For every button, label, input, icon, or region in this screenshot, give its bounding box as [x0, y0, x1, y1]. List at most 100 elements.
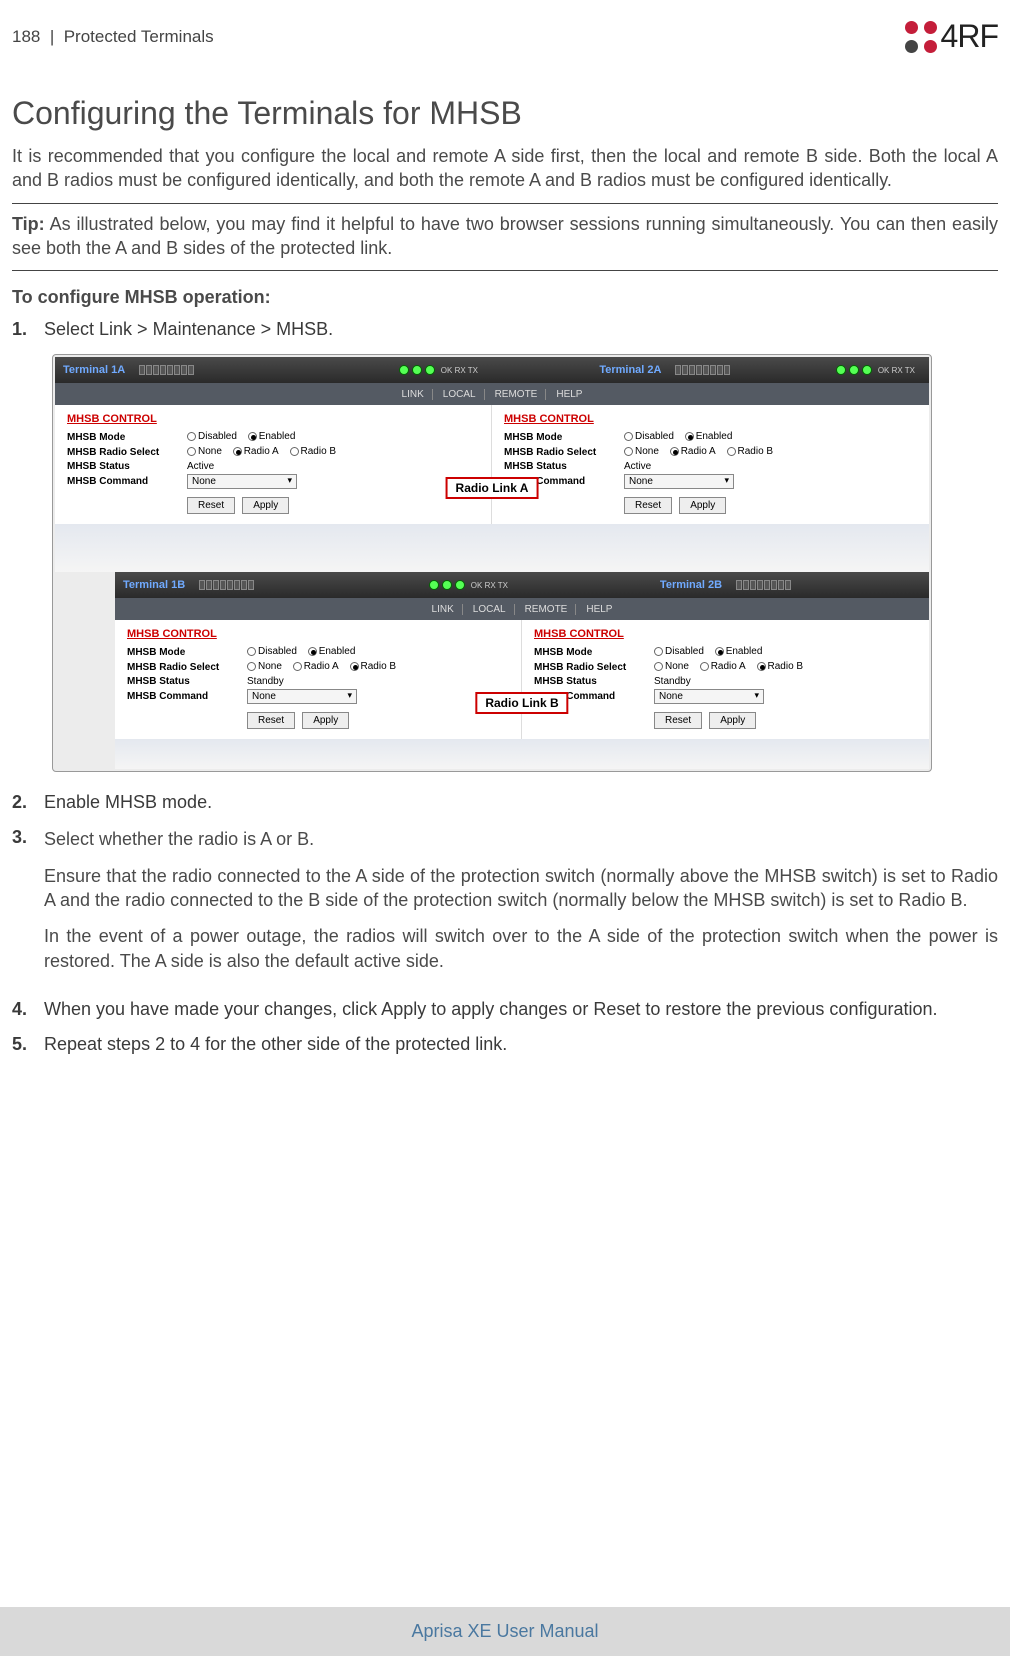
apply-button[interactable]: Apply [302, 712, 349, 729]
terminal-bar-1a: Terminal 1A OK RX TX [55, 357, 492, 383]
rs-none-radio[interactable]: None [624, 446, 659, 457]
command-select[interactable]: None [654, 689, 764, 704]
mode-disabled-radio[interactable]: Disabled [247, 646, 297, 657]
step-body: Enable MHSB mode. [44, 792, 998, 813]
panel-2b: MHSB CONTROL MHSB Mode Disabled Enabled … [522, 620, 929, 739]
leds-icon [399, 365, 435, 375]
step-1: 1. Select Link > Maintenance > MHSB. [12, 319, 998, 340]
step-3-p3: In the event of a power outage, the radi… [44, 924, 998, 973]
panel-2a: MHSB CONTROL MHSB Mode Disabled Enabled … [492, 405, 929, 524]
tip: Tip: As illustrated below, you may find … [12, 212, 998, 261]
rs-radio-b[interactable]: Radio B [290, 446, 337, 457]
reset-button[interactable]: Reset [624, 497, 672, 514]
tip-text: As illustrated below, you may find it he… [12, 214, 998, 258]
logo-text: 4RF [941, 18, 998, 55]
logo-dots-icon [905, 21, 937, 53]
mode-disabled-radio[interactable]: Disabled [624, 431, 674, 442]
reset-button[interactable]: Reset [187, 497, 235, 514]
status-value: Standby [654, 676, 919, 687]
panels-row-b: MHSB CONTROL MHSB Mode Disabled Enabled … [115, 620, 929, 739]
terminal-name: Terminal 1A [63, 364, 125, 376]
tab-help[interactable]: HELP [548, 389, 590, 400]
step-num: 1. [12, 319, 44, 340]
panel-heading: MHSB CONTROL [127, 628, 511, 640]
mode-label: MHSB Mode [67, 432, 187, 443]
rs-none-radio[interactable]: None [187, 446, 222, 457]
mode-enabled-radio[interactable]: Enabled [715, 646, 763, 657]
rs-radio-b[interactable]: Radio B [727, 446, 774, 457]
rs-none-radio[interactable]: None [247, 661, 282, 672]
screenshot-row-a: Terminal 1A OK RX TX Terminal 2A OK RX T… [55, 357, 929, 572]
rs-none-radio[interactable]: None [654, 661, 689, 672]
panel-heading: MHSB CONTROL [534, 628, 919, 640]
status-label: MHSB Status [67, 461, 187, 472]
page-title: Configuring the Terminals for MHSB [12, 95, 998, 132]
divider [12, 203, 998, 204]
mode-enabled-radio[interactable]: Enabled [308, 646, 356, 657]
reset-button[interactable]: Reset [654, 712, 702, 729]
command-select[interactable]: None [187, 474, 297, 489]
nav-tabs[interactable]: LINK LOCAL REMOTE HELP [55, 383, 929, 405]
ports-icon [675, 365, 730, 375]
panel-heading: MHSB CONTROL [504, 413, 919, 425]
panel-1b: MHSB CONTROL MHSB Mode Disabled Enabled … [115, 620, 522, 739]
rs-radio-a[interactable]: Radio A [293, 661, 339, 672]
apply-button[interactable]: Apply [242, 497, 289, 514]
rs-radio-a[interactable]: Radio A [670, 446, 716, 457]
tab-link[interactable]: LINK [394, 389, 433, 400]
radio-link-a-label: Radio Link A [446, 477, 539, 499]
leds-icon [429, 580, 465, 590]
tab-link[interactable]: LINK [424, 604, 463, 615]
step-num: 2. [12, 792, 44, 813]
rs-radio-b[interactable]: Radio B [350, 661, 397, 672]
apply-button[interactable]: Apply [679, 497, 726, 514]
panels-row-a: MHSB CONTROL MHSB Mode Disabled Enabled … [55, 405, 929, 524]
terminal-name: Terminal 2B [660, 579, 722, 591]
gap-strip [55, 524, 929, 572]
panel-heading: MHSB CONTROL [67, 413, 481, 425]
tab-remote[interactable]: REMOTE [487, 389, 547, 400]
header-left: 188 | Protected Terminals [12, 27, 214, 47]
nav-tabs[interactable]: LINK LOCAL REMOTE HELP [115, 598, 929, 620]
tab-help[interactable]: HELP [578, 604, 620, 615]
step-3-text: Select whether the radio is A or B. [44, 827, 998, 851]
terminal-bar-2b: Terminal 2B [522, 572, 929, 598]
steps-list-cont: 2. Enable MHSB mode. 3. Select whether t… [12, 792, 998, 1054]
radio-link-b-label: Radio Link B [475, 692, 568, 714]
mode-enabled-radio[interactable]: Enabled [685, 431, 733, 442]
tab-remote[interactable]: REMOTE [517, 604, 577, 615]
leds-icon [836, 365, 872, 375]
terminal-name: Terminal 2A [599, 364, 661, 376]
rs-radio-a[interactable]: Radio A [700, 661, 746, 672]
step-3-p2: Ensure that the radio connected to the A… [44, 864, 998, 913]
rs-radio-a[interactable]: Radio A [233, 446, 279, 457]
tab-local[interactable]: LOCAL [465, 604, 515, 615]
step-5: 5. Repeat steps 2 to 4 for the other sid… [12, 1034, 998, 1055]
step-3: 3. Select whether the radio is A or B. E… [12, 827, 998, 984]
mode-disabled-radio[interactable]: Disabled [187, 431, 237, 442]
command-label: MHSB Command [67, 476, 187, 487]
step-4: 4. When you have made your changes, clic… [12, 999, 998, 1020]
step-num: 4. [12, 999, 44, 1020]
leds-label: OK RX TX [878, 366, 915, 375]
panel-1a: MHSB CONTROL MHSB Mode Disabled Enabled … [55, 405, 492, 524]
mode-enabled-radio[interactable]: Enabled [248, 431, 296, 442]
reset-button[interactable]: Reset [247, 712, 295, 729]
step-2: 2. Enable MHSB mode. [12, 792, 998, 813]
command-select[interactable]: None [247, 689, 357, 704]
step-num: 3. [12, 827, 44, 984]
mhsb-screenshot: Terminal 1A OK RX TX Terminal 2A OK RX T… [52, 354, 932, 772]
command-select[interactable]: None [624, 474, 734, 489]
config-heading: To configure MHSB operation: [12, 285, 998, 309]
rs-radio-b[interactable]: Radio B [757, 661, 804, 672]
header-section: Protected Terminals [64, 27, 214, 46]
tab-local[interactable]: LOCAL [435, 389, 485, 400]
terminal-bar-2a: Terminal 2A OK RX TX [492, 357, 929, 383]
mode-disabled-radio[interactable]: Disabled [654, 646, 704, 657]
leds-label: OK RX TX [441, 366, 478, 375]
footer-text: Aprisa XE User Manual [411, 1621, 598, 1641]
screenshot-row-b: Terminal 1B OK RX TX Terminal 2B LINK LO… [115, 572, 929, 769]
ports-icon [139, 365, 194, 375]
status-value: Standby [247, 676, 511, 687]
apply-button[interactable]: Apply [709, 712, 756, 729]
